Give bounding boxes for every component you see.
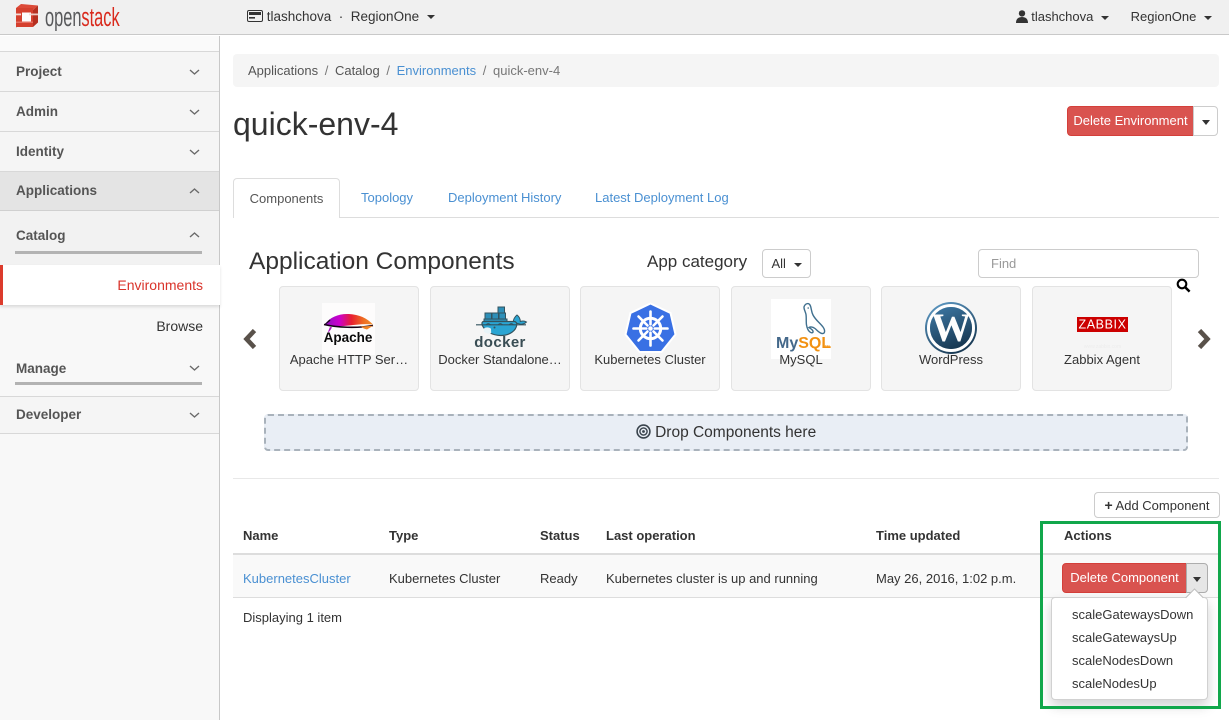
svg-text:ZABBIX: ZABBIX xyxy=(1078,318,1126,332)
svg-text:docker: docker xyxy=(474,334,526,351)
svg-text:openstack: openstack xyxy=(45,3,120,31)
svg-text:Apache: Apache xyxy=(324,330,373,345)
svg-text:™: ™ xyxy=(824,344,830,351)
svg-text:W: W xyxy=(931,305,971,350)
svg-text:www.zabbix.com: www.zabbix.com xyxy=(1084,344,1121,350)
